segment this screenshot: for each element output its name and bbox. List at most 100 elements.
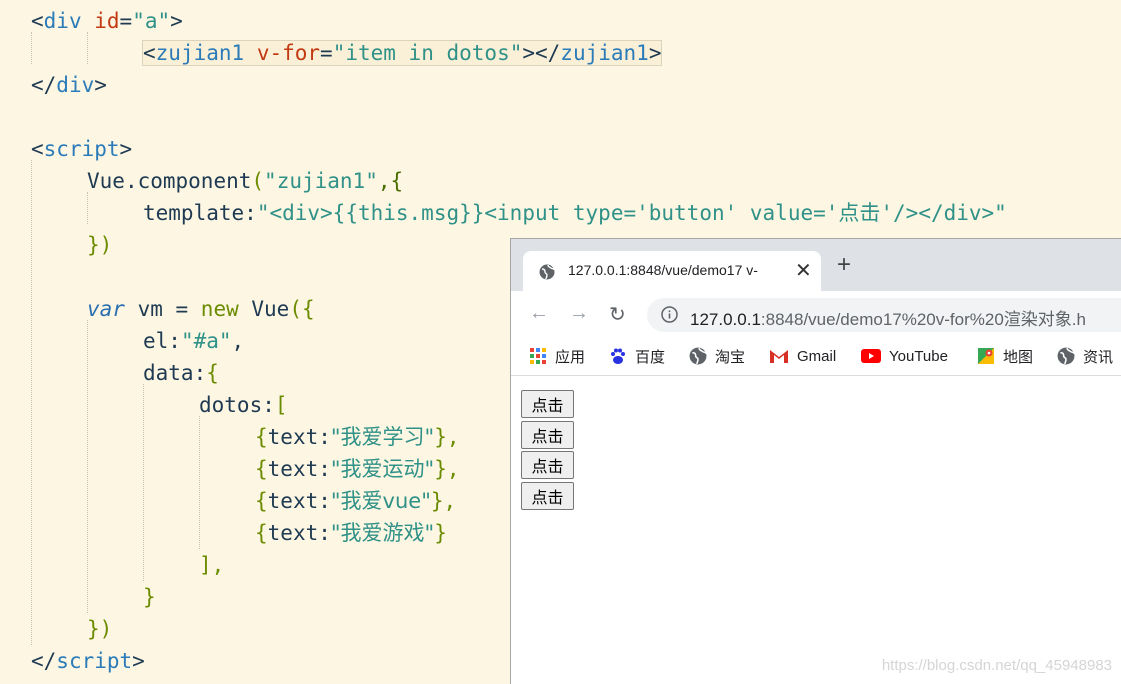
back-icon[interactable]: ← (529, 302, 549, 325)
click-button[interactable]: 点击 (521, 421, 574, 449)
code-token: > (170, 9, 183, 33)
code-token: < (31, 9, 44, 33)
reload-icon[interactable]: ↻ (609, 302, 626, 327)
code-token: }, (434, 425, 460, 449)
click-button[interactable]: 点击 (521, 390, 574, 418)
bookmark-apps[interactable]: 应用 (529, 345, 585, 367)
code-token: ,{ (377, 169, 404, 193)
maps-icon (978, 348, 994, 364)
address-bar[interactable]: 127.0.0.1:8848/vue/demo17%20v-for%20渲染对象… (647, 298, 1121, 332)
bookmark-news[interactable]: 资讯 (1057, 345, 1113, 367)
code-token: div (43, 9, 82, 33)
code-token: : (262, 393, 275, 417)
code-token: = (320, 41, 333, 65)
globe-icon (539, 264, 555, 285)
code-token: template (143, 201, 245, 225)
code-token: ></ (522, 41, 561, 65)
code-line-data: data:{ (143, 357, 219, 389)
code-token: > (132, 649, 145, 673)
youtube-icon (861, 349, 881, 363)
code-token: Vue (87, 169, 125, 193)
code-line-var-vm: var vm = new Vue({ (87, 293, 315, 325)
code-token: [ (274, 393, 288, 417)
code-token: { (255, 425, 268, 449)
close-icon[interactable]: ✕ (795, 258, 812, 283)
code-token: "<div>{{this.msg}}<input type='button' v… (256, 201, 1007, 225)
code-token: </ (31, 649, 57, 673)
code-token: "我爱运动" (330, 457, 435, 481)
code-highlight: <zujian1 v-for="item in dotos"></zujian1… (141, 40, 663, 66)
code-token: : (193, 361, 207, 385)
code-token: div (56, 73, 95, 97)
code-line-script-open: <script> (31, 133, 132, 165)
tab-title: 127.0.0.1:8848/vue/demo17 v- (568, 262, 758, 278)
code-token: > (119, 137, 133, 161)
code-line-item: {text:"我爱运动"}, (255, 453, 460, 485)
bookmark-gmail[interactable]: Gmail (769, 345, 836, 367)
click-button[interactable]: 点击 (521, 482, 574, 510)
code-token: , (231, 329, 245, 353)
code-token: > (94, 73, 107, 97)
code-line-dotos: dotos:[ (199, 389, 288, 421)
code-token: "zujian1" (264, 169, 378, 193)
tab-strip: 127.0.0.1:8848/vue/demo17 v- ✕ + (511, 239, 1121, 291)
forward-icon[interactable]: → (569, 302, 589, 325)
code-token: ({ (289, 297, 315, 321)
browser-tab[interactable]: 127.0.0.1:8848/vue/demo17 v- ✕ (523, 251, 821, 291)
code-line-component: <zujian1 v-for="item in dotos"></zujian1… (141, 37, 663, 69)
url-path: :8848/vue/demo17%20v-for%20渲染对象.h (760, 310, 1086, 329)
click-button[interactable]: 点击 (521, 451, 574, 479)
bookmarks-bar: 应用 百度 淘宝 Gmail YouTube 地图 资讯 (511, 337, 1121, 376)
code-token: "#a" (180, 329, 232, 353)
code-token: : (318, 521, 331, 545)
code-token: "我爱vue" (330, 489, 431, 513)
info-icon[interactable] (661, 306, 678, 328)
code-token: { (255, 457, 268, 481)
bookmark-taobao[interactable]: 淘宝 (689, 345, 745, 367)
code-token: data (143, 361, 194, 385)
gmail-icon (770, 350, 788, 363)
code-line-item: {text:"我爱游戏"} (255, 517, 447, 549)
code-token: ( (251, 169, 265, 193)
code-token: = (119, 9, 133, 33)
code-line-div-close: </div> (31, 69, 107, 101)
code-token: "我爱学习" (330, 425, 435, 449)
code-token: vm = (124, 297, 201, 321)
code-token: : (318, 457, 331, 481)
code-token: : (168, 329, 181, 353)
bookmark-youtube[interactable]: YouTube (861, 345, 948, 367)
code-token: script (43, 137, 120, 161)
bookmark-maps[interactable]: 地图 (977, 345, 1033, 367)
indent-guide (87, 320, 88, 613)
url-text: 127.0.0.1:8848/vue/demo17%20v-for%20渲染对象… (690, 305, 1086, 330)
code-token: text (267, 425, 319, 449)
code-token: } (434, 521, 447, 545)
apps-grid-icon (530, 348, 546, 364)
code-token: : (244, 201, 257, 225)
code-token: }, (430, 489, 457, 513)
code-token: el (143, 329, 169, 353)
code-token: zujian1 (560, 41, 649, 65)
globe-icon (1057, 347, 1075, 365)
code-token: { (206, 361, 219, 385)
bookmark-label: 应用 (555, 348, 586, 366)
code-token: component (137, 169, 252, 193)
code-token: : (318, 489, 331, 513)
bookmark-label: 资讯 (1083, 348, 1114, 366)
code-token: var (87, 297, 125, 321)
code-token: zujian1 (155, 41, 245, 65)
watermark: https://blog.csdn.net/qq_45948983 (881, 657, 1112, 674)
code-token: : (318, 425, 331, 449)
code-token: script (56, 649, 133, 673)
new-tab-icon[interactable]: + (837, 253, 851, 277)
bookmark-label: 地图 (1003, 348, 1034, 366)
url-host: 127.0.0.1 (690, 310, 761, 329)
bookmark-baidu[interactable]: 百度 (609, 345, 665, 367)
code-token: "我爱游戏" (330, 521, 435, 545)
code-line-component-close: }) (87, 233, 113, 257)
code-token: text (267, 489, 319, 513)
code-line-item: {text:"我爱学习"}, (255, 421, 460, 453)
code-token: < (143, 41, 156, 65)
code-token: "item in dotos" (332, 41, 523, 65)
code-line-div-open: <div id="a"> (31, 5, 183, 37)
